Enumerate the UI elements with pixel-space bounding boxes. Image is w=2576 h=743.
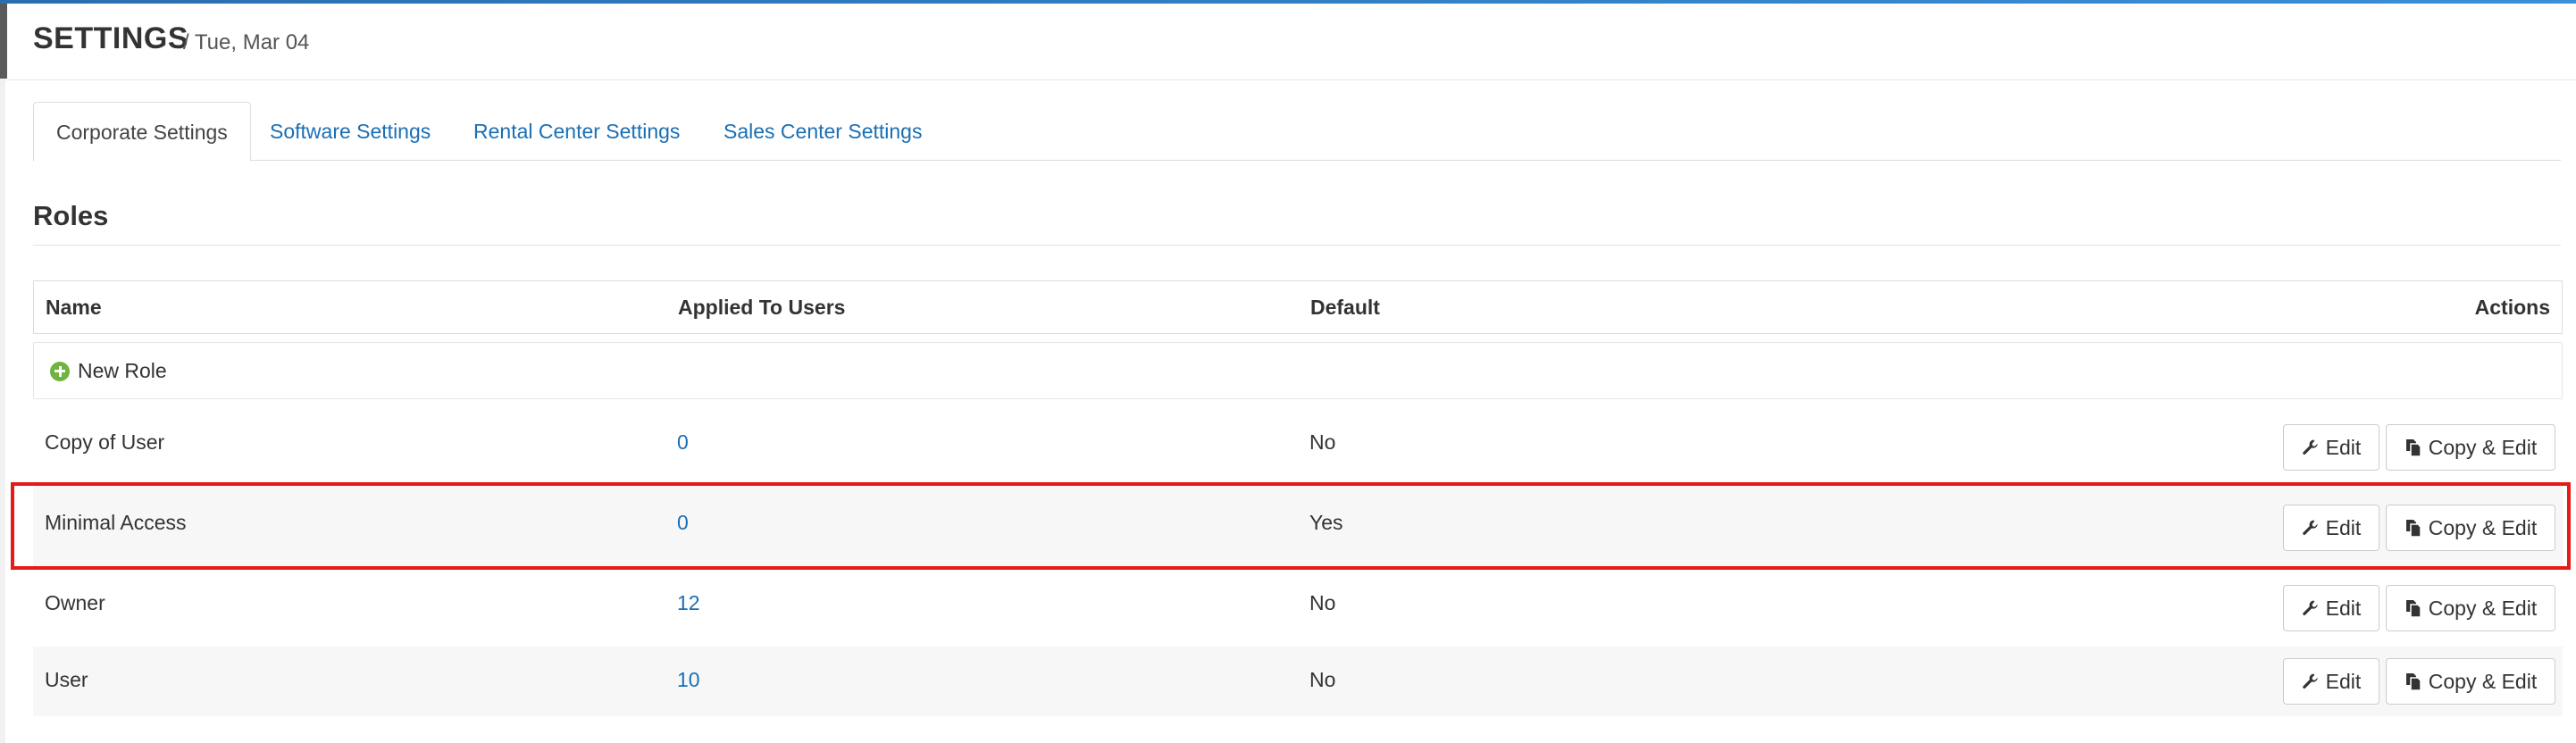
table-row: Owner 12 No Edit Copy & Edit [33,566,2563,647]
edit-label: Edit [2325,515,2362,539]
edit-label: Edit [2325,669,2362,693]
copy-icon [2405,439,2421,457]
wrench-icon [2302,673,2318,689]
copy-edit-label: Copy & Edit [2428,515,2538,539]
applied-users-link[interactable]: 12 [677,591,700,615]
tab-software-settings[interactable]: Software Settings [247,102,453,162]
edit-button[interactable]: Edit [2283,424,2379,471]
column-header-name: Name [46,296,102,319]
copy-edit-button[interactable]: Copy & Edit [2386,424,2555,471]
settings-tabs: Corporate Settings Software Settings Ren… [33,102,2561,162]
copy-icon [2405,673,2421,691]
left-edge-bar [0,4,7,79]
copy-icon [2405,520,2421,538]
edit-label: Edit [2325,596,2362,620]
tab-corporate-settings[interactable]: Corporate Settings [33,102,251,162]
copy-edit-button[interactable]: Copy & Edit [2386,585,2555,631]
role-name: Owner [45,591,105,614]
wrench-icon [2302,439,2318,455]
column-header-applied: Applied To Users [678,296,846,319]
page-title: SETTINGS [33,21,189,55]
copy-edit-label: Copy & Edit [2428,435,2538,459]
applied-users-link[interactable]: 0 [677,430,689,455]
new-role-button[interactable]: New Role [50,359,167,383]
role-name: Minimal Access [45,511,187,534]
table-row: User 10 No Edit Copy & Edit [33,647,2563,716]
tab-sales-center-settings[interactable]: Sales Center Settings [701,102,944,162]
role-default: Yes [1309,511,1343,534]
edit-label: Edit [2325,435,2362,459]
section-title: Roles [33,200,109,231]
table-header: Name Applied To Users Default Actions [33,280,2563,334]
applied-users-link[interactable]: 10 [677,668,700,692]
section-divider [33,245,2561,246]
role-name: Copy of User [45,430,165,454]
edit-button[interactable]: Edit [2283,585,2379,631]
column-header-default: Default [1310,296,1380,319]
column-header-actions: Actions [2474,296,2550,319]
page-date: / Tue, Mar 04 [183,30,310,54]
role-default: No [1309,591,1336,614]
new-role-label: New Role [78,359,167,382]
wrench-icon [2302,600,2318,615]
left-sidebar-edge [0,79,5,743]
copy-edit-button[interactable]: Copy & Edit [2386,505,2555,551]
table-row: Copy of User 0 No Edit Copy & Edit [33,405,2563,486]
edit-button[interactable]: Edit [2283,505,2379,551]
copy-icon [2405,600,2421,618]
edit-button[interactable]: Edit [2283,658,2379,705]
tab-rental-center-settings[interactable]: Rental Center Settings [451,102,702,162]
roles-table: Name Applied To Users Default Actions Ne… [33,280,2563,716]
copy-edit-button[interactable]: Copy & Edit [2386,658,2555,705]
role-name: User [45,668,88,691]
copy-edit-label: Copy & Edit [2428,596,2538,620]
role-default: No [1309,668,1336,691]
plus-circle-icon [50,361,70,381]
wrench-icon [2302,520,2318,535]
role-default: No [1309,430,1336,454]
page-header: SETTINGS / Tue, Mar 04 [0,4,2576,80]
table-row: Minimal Access 0 Yes Edit Copy & Edit [33,486,2563,566]
applied-users-link[interactable]: 0 [677,511,689,535]
copy-edit-label: Copy & Edit [2428,669,2538,693]
new-role-row: New Role [33,342,2563,399]
